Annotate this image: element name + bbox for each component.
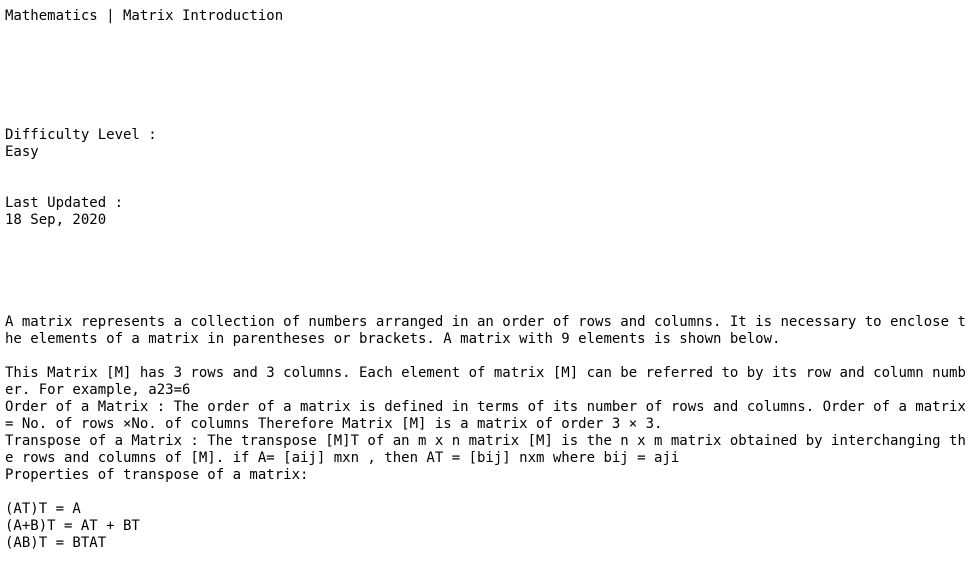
- body-line: Order of a Matrix : The order of a matri…: [5, 399, 966, 415]
- intro-line: A matrix represents a collection of numb…: [5, 314, 966, 330]
- body-line: Properties of transpose of a matrix:: [5, 467, 309, 483]
- last-updated-value: 18 Sep, 2020: [5, 212, 107, 228]
- page-title: Mathematics | Matrix Introduction: [5, 8, 284, 24]
- property-item: (AT)T = A: [5, 501, 81, 517]
- difficulty-value: Easy: [5, 144, 39, 160]
- property-item: (A+B)T = AT + BT: [5, 518, 140, 534]
- body-line: This Matrix [M] has 3 rows and 3 columns…: [5, 365, 966, 381]
- property-item: (AB)T = BTAT: [5, 535, 107, 551]
- body-line: er. For example, a23=6: [5, 382, 191, 398]
- body-line: e rows and columns of [M]. if A= [aij] m…: [5, 450, 680, 466]
- difficulty-label: Difficulty Level :: [5, 127, 157, 143]
- intro-line: he elements of a matrix in parentheses o…: [5, 331, 781, 347]
- body-line: = No. of rows ×No. of columns Therefore …: [5, 416, 663, 432]
- body-line: Transpose of a Matrix : The transpose [M…: [5, 433, 966, 449]
- last-updated-label: Last Updated :: [5, 195, 124, 211]
- article: Mathematics | Matrix Introduction Diffic…: [5, 8, 973, 552]
